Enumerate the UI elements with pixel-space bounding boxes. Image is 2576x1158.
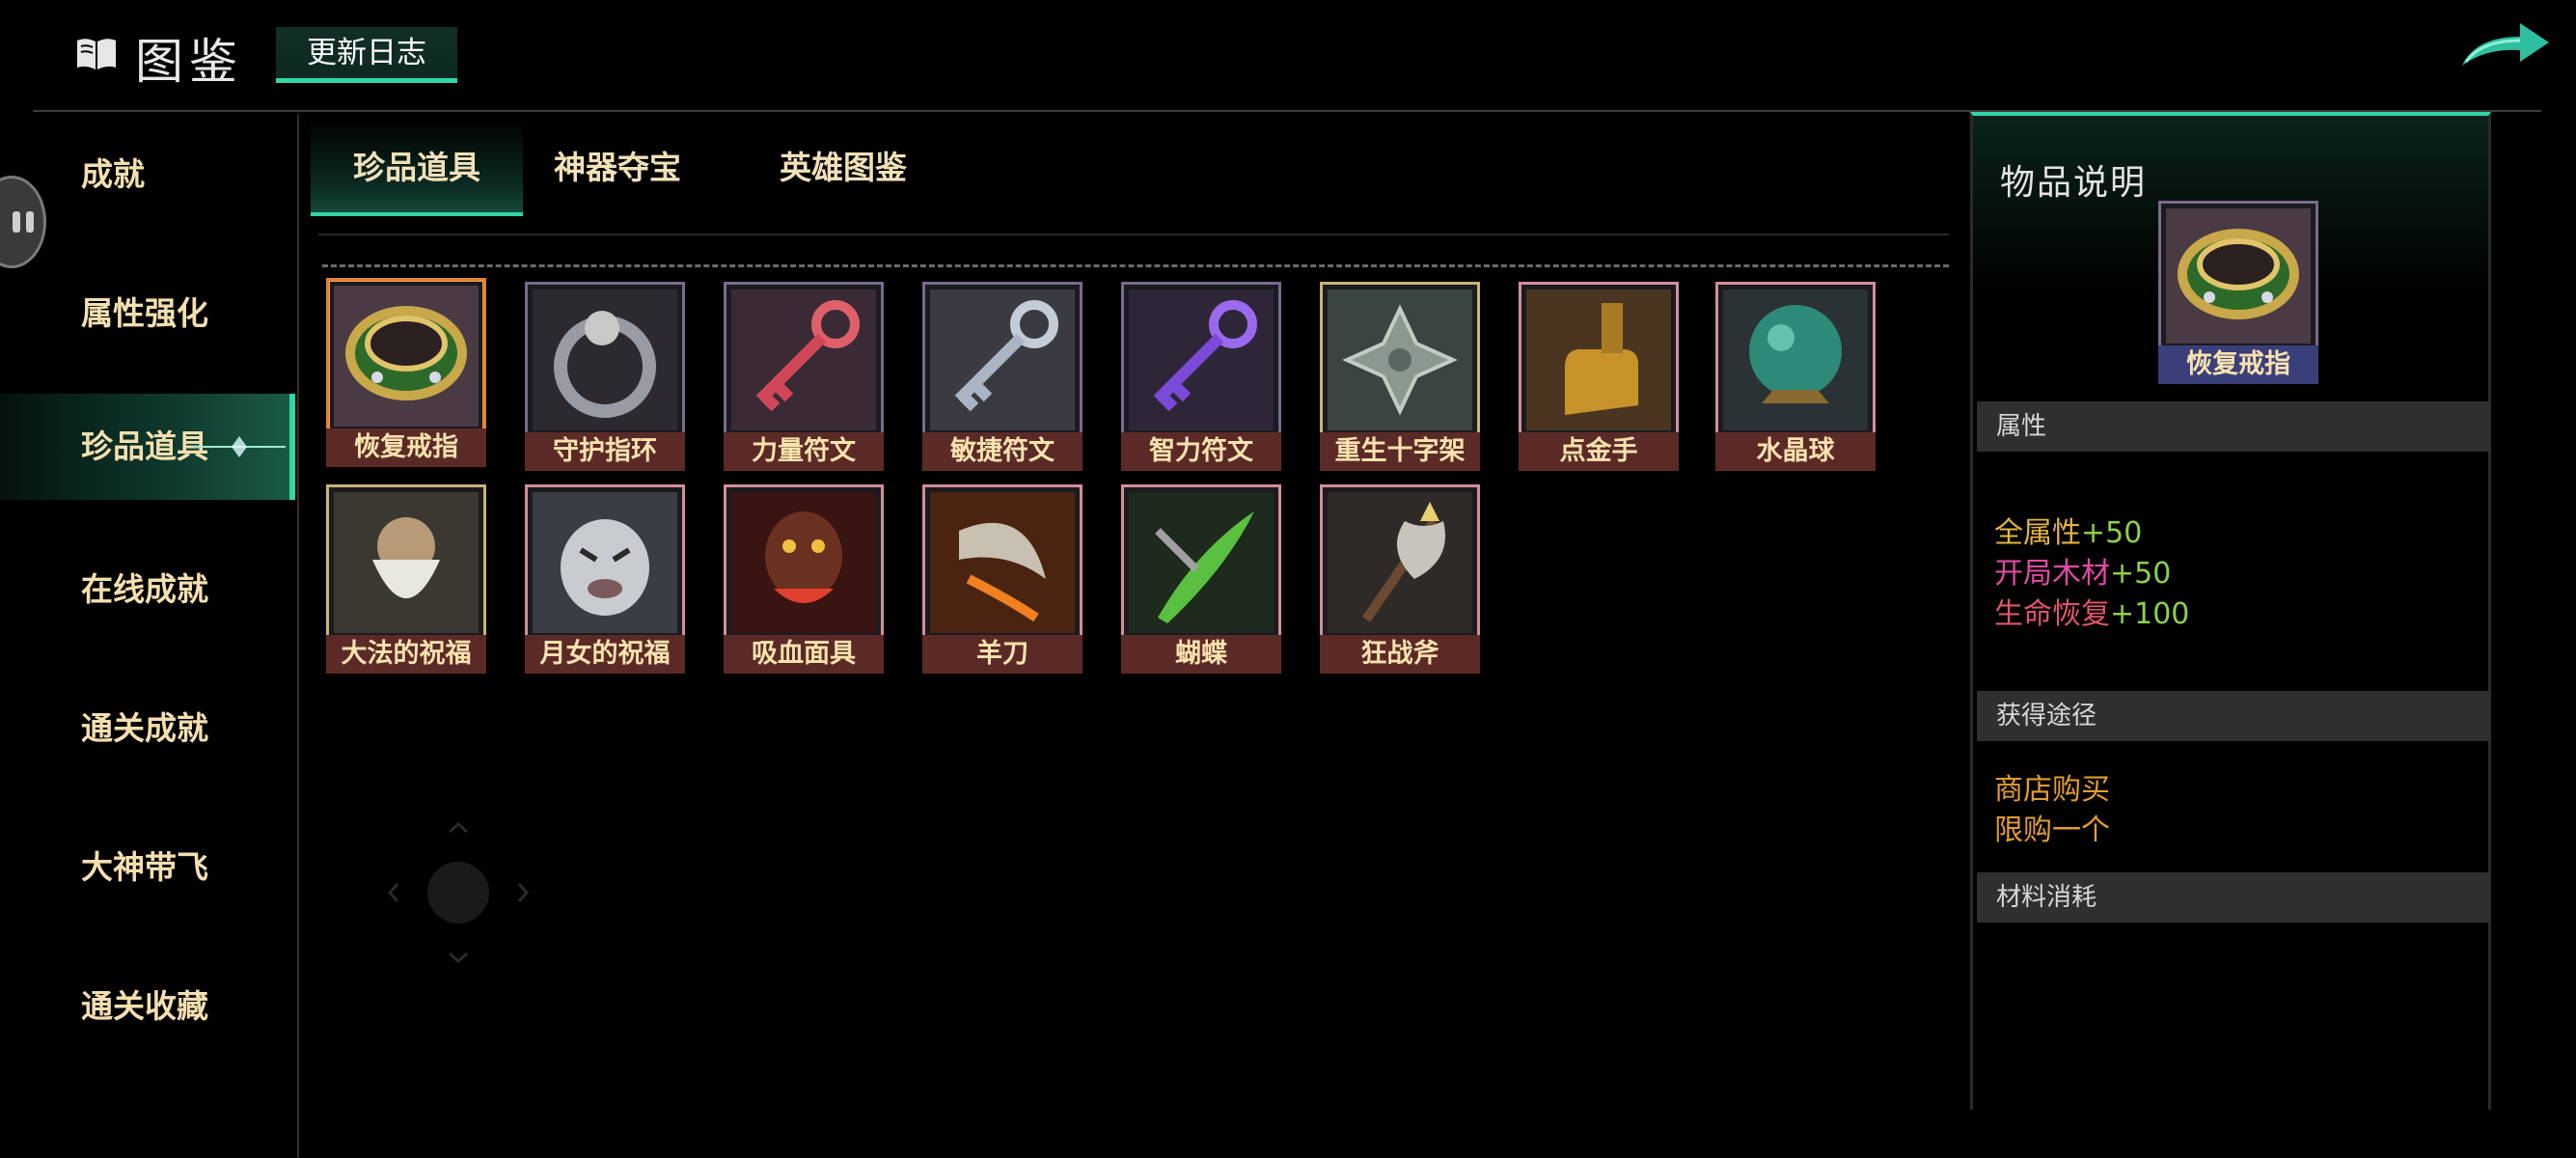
tab-divider <box>318 234 1949 235</box>
item-card[interactable]: 力量符文 <box>724 282 884 471</box>
tab-artifacts[interactable]: 神器夺宝 <box>540 120 695 216</box>
item-card[interactable]: 恢复戒指 <box>326 278 486 467</box>
silver-key-icon <box>930 290 1075 430</box>
source-line: 限购一个 <box>1994 813 2110 847</box>
ring-icon <box>334 286 479 427</box>
item-name: 蝴蝶 <box>1121 635 1281 674</box>
back-arrow-icon[interactable] <box>2456 17 2553 71</box>
tab-treasures[interactable]: 珍品道具 <box>311 120 523 216</box>
item-name: 力量符文 <box>724 432 884 471</box>
book-icon <box>77 39 116 69</box>
sage-portrait-icon <box>334 492 479 633</box>
item-card[interactable]: 重生十字架 <box>1320 282 1480 471</box>
guard-ring-icon <box>533 290 677 430</box>
virtual-joystick-icon[interactable] <box>386 820 531 965</box>
cross-icon <box>1328 290 1472 430</box>
item-name: 智力符文 <box>1121 432 1281 471</box>
item-name: 重生十字架 <box>1320 432 1480 471</box>
materials-header: 材料消耗 <box>1977 872 2490 923</box>
dashed-divider <box>322 264 1949 267</box>
tab-heroes[interactable]: 英雄图鉴 <box>766 120 920 216</box>
nav-item-attribute-boost[interactable]: 属性强化 <box>0 261 295 367</box>
nav-item-carry[interactable]: 大神带飞 <box>0 814 295 921</box>
item-card[interactable]: 水晶球 <box>1715 282 1876 471</box>
item-card[interactable]: 蝴蝶 <box>1121 484 1281 674</box>
item-card[interactable]: 点金手 <box>1519 282 1679 471</box>
purple-key-icon <box>1129 290 1274 430</box>
detail-item-name: 恢复戒指 <box>2158 345 2318 384</box>
item-name: 吸血面具 <box>724 635 884 674</box>
item-card[interactable]: 大法的祝福 <box>326 484 486 674</box>
item-name: 敏捷符文 <box>922 432 1082 471</box>
attributes-header: 属性 <box>1977 401 2490 452</box>
item-name: 羊刀 <box>922 635 1082 674</box>
attribute-line: 生命恢复+100 <box>1994 597 2190 631</box>
item-name: 大法的祝福 <box>326 635 486 674</box>
item-name: 月女的祝福 <box>525 635 685 674</box>
tiger-portrait-icon <box>533 492 677 633</box>
item-card[interactable]: 羊刀 <box>922 484 1082 674</box>
page-title: 图鉴 <box>135 34 243 90</box>
nav-item-clear[interactable]: 通关成就 <box>0 676 295 782</box>
source-header: 获得途径 <box>1977 691 2490 741</box>
butterfly-blade-icon <box>1129 492 1274 633</box>
item-detail-panel: 物品说明 恢复戒指 属性 全属性+50 开局木材+50 生命恢复+100 获得途… <box>1970 112 2491 1110</box>
item-card[interactable]: 狂战斧 <box>1320 484 1480 674</box>
item-name: 守护指环 <box>525 432 685 471</box>
nav-divider <box>297 114 299 1158</box>
item-card[interactable]: 敏捷符文 <box>922 282 1082 471</box>
item-card[interactable]: 智力符文 <box>1121 282 1281 471</box>
detail-item-card: 恢复戒指 <box>2158 201 2318 384</box>
item-card[interactable]: 守护指环 <box>525 282 685 471</box>
item-name: 恢复戒指 <box>326 428 486 467</box>
nav-item-label: 珍品道具 <box>81 427 208 465</box>
battle-axe-icon <box>1328 492 1472 633</box>
attribute-line: 全属性+50 <box>1994 516 2143 550</box>
nav-item-collection[interactable]: 通关收藏 <box>0 953 295 1060</box>
sparkle-icon <box>193 436 286 457</box>
attribute-line: 开局木材+50 <box>1994 557 2172 591</box>
changelog-button[interactable]: 更新日志 <box>276 27 457 83</box>
detail-title: 物品说明 <box>2000 163 2148 203</box>
golden-hand-icon <box>1526 290 1671 430</box>
item-name: 点金手 <box>1519 432 1679 471</box>
red-key-icon <box>731 290 876 430</box>
sheep-blade-icon <box>930 492 1075 633</box>
vampire-mask-icon <box>731 492 876 633</box>
nav-item-treasures[interactable]: 珍品道具 <box>0 394 295 500</box>
source-line: 商店购买 <box>1994 773 2110 807</box>
nav-item-online[interactable]: 在线成就 <box>0 537 295 643</box>
crystal-ball-icon <box>1723 290 1868 430</box>
item-card[interactable]: 月女的祝福 <box>525 484 685 674</box>
item-card[interactable]: 吸血面具 <box>724 484 884 674</box>
left-nav: 成就 属性强化 珍品道具 在线成就 通关成就 大神带飞 通关收藏 <box>0 114 299 1158</box>
ring-icon <box>2166 208 2311 344</box>
header: 图鉴 更新日志 <box>0 0 2576 112</box>
item-name: 狂战斧 <box>1320 635 1480 674</box>
item-name: 水晶球 <box>1715 432 1876 471</box>
